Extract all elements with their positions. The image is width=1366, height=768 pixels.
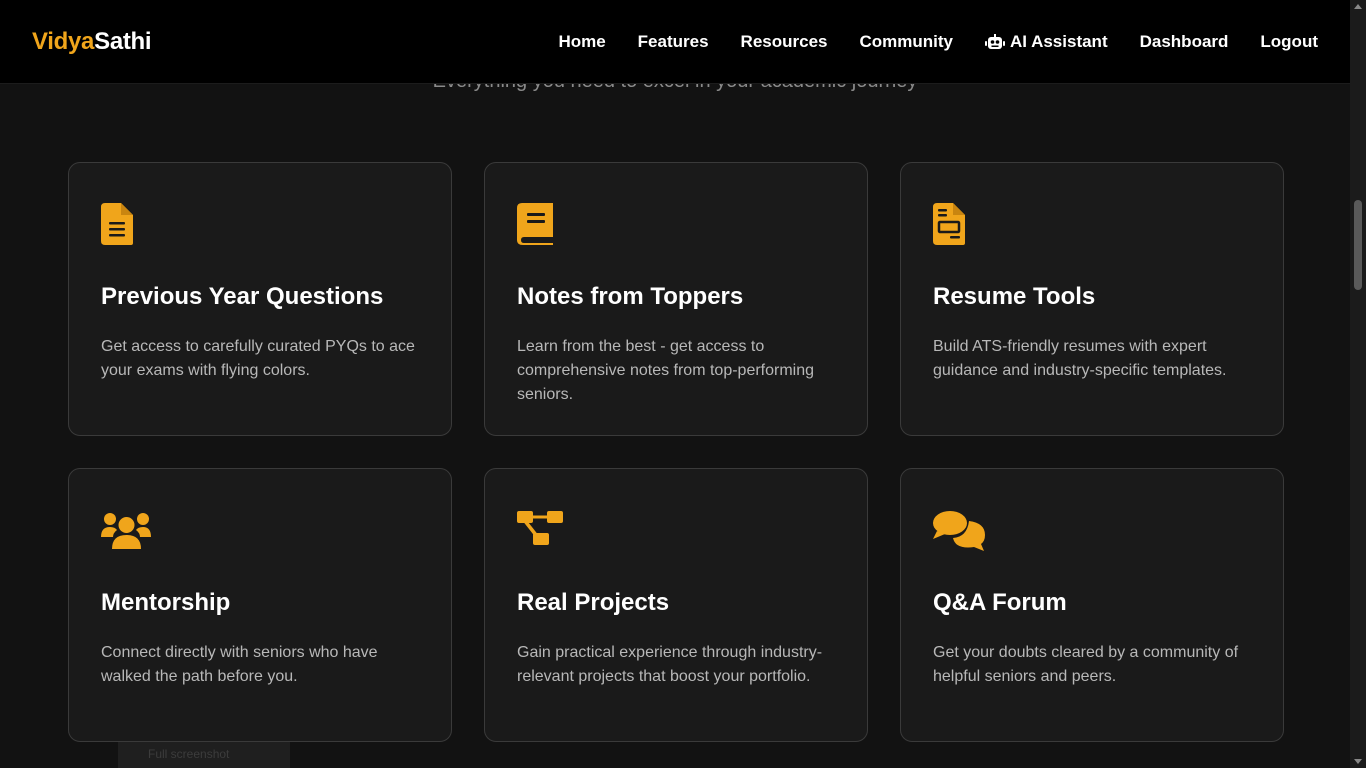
vertical-scrollbar[interactable] [1350,0,1366,768]
nav-link-ai-assistant[interactable]: AI Assistant [984,31,1108,52]
feature-description: Learn from the best - get access to comp… [517,338,815,403]
file-lines-icon [101,203,133,245]
features-grid: Previous Year Questions Get access to ca… [68,162,1284,742]
scroll-up-icon[interactable] [1354,4,1362,9]
feature-card-forum[interactable]: Q&A Forum Get your doubts cleared by a c… [900,468,1284,742]
nav-link-label: Features [637,31,709,51]
feature-card-pyq[interactable]: Previous Year Questions Get access to ca… [68,162,452,436]
nav-link-label: Dashboard [1139,31,1229,51]
nav-link-resources[interactable]: Resources [741,32,828,52]
book-icon [517,203,553,245]
nav-link-community[interactable]: Community [859,32,953,52]
feature-description: Get your doubts cleared by a community o… [933,644,1239,685]
feature-title: Resume Tools [933,283,1096,310]
feature-card-projects[interactable]: Real Projects Gain practical experience … [484,468,868,742]
robot-icon [984,33,1005,49]
feature-description: Build ATS-friendly resumes with expert g… [933,338,1227,379]
feature-title: Notes from Toppers [517,283,744,310]
nav-link-label: Resources [740,31,828,51]
feature-card-notes[interactable]: Notes from Toppers Learn from the best -… [484,162,868,436]
nav-link-label: AI Assistant [1009,31,1108,51]
nav-link-dashboard[interactable]: Dashboard [1140,32,1229,52]
scroll-down-icon[interactable] [1354,759,1362,764]
diagram-project-icon [517,511,563,545]
brand-name-part1: Vidya [32,27,95,55]
file-invoice-icon [933,203,965,245]
brand-logo[interactable]: VidyaSathi [32,27,152,56]
nav-link-label: Home [558,31,606,51]
scrollbar-thumb[interactable] [1354,200,1362,290]
feature-card-resume[interactable]: Resume Tools Build ATS-friendly resumes … [900,162,1284,436]
navbar: VidyaSathi Home Features Resources Commu… [0,0,1350,84]
feature-title: Previous Year Questions [101,283,384,310]
comments-icon [933,511,985,551]
nav-link-features[interactable]: Features [638,32,709,52]
screenshot-chip[interactable]: Full screenshot [118,742,290,768]
feature-description: Connect directly with seniors who have w… [101,644,378,685]
feature-title: Mentorship [101,589,231,616]
nav-link-logout[interactable]: Logout [1260,32,1318,52]
nav-link-home[interactable]: Home [558,32,605,52]
nav-link-label: Community [859,31,953,51]
feature-description: Get access to carefully curated PYQs to … [101,338,415,379]
feature-card-mentorship[interactable]: Mentorship Connect directly with seniors… [68,468,452,742]
nav-link-label: Logout [1260,31,1318,51]
users-icon [101,513,151,549]
brand-name-part2: Sathi [94,27,152,55]
feature-title: Q&A Forum [933,589,1067,616]
nav-links: Home Features Resources Community AI Ass… [558,32,1318,52]
feature-title: Real Projects [517,589,670,616]
feature-description: Gain practical experience through indust… [517,644,823,685]
